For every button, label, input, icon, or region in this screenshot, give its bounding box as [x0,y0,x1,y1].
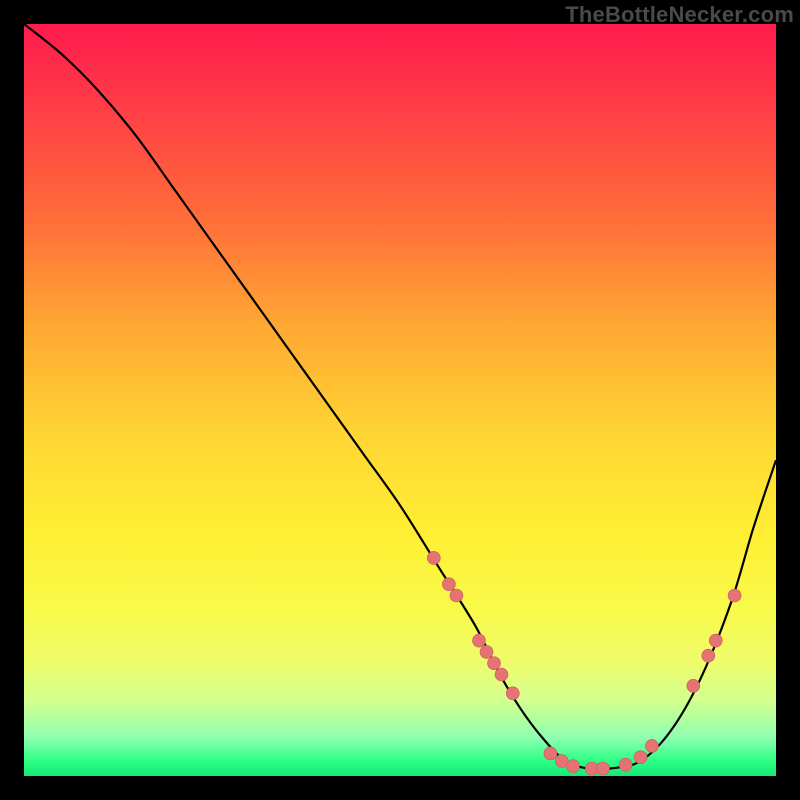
chart-frame [24,24,776,776]
heat-gradient-bg [24,24,776,776]
